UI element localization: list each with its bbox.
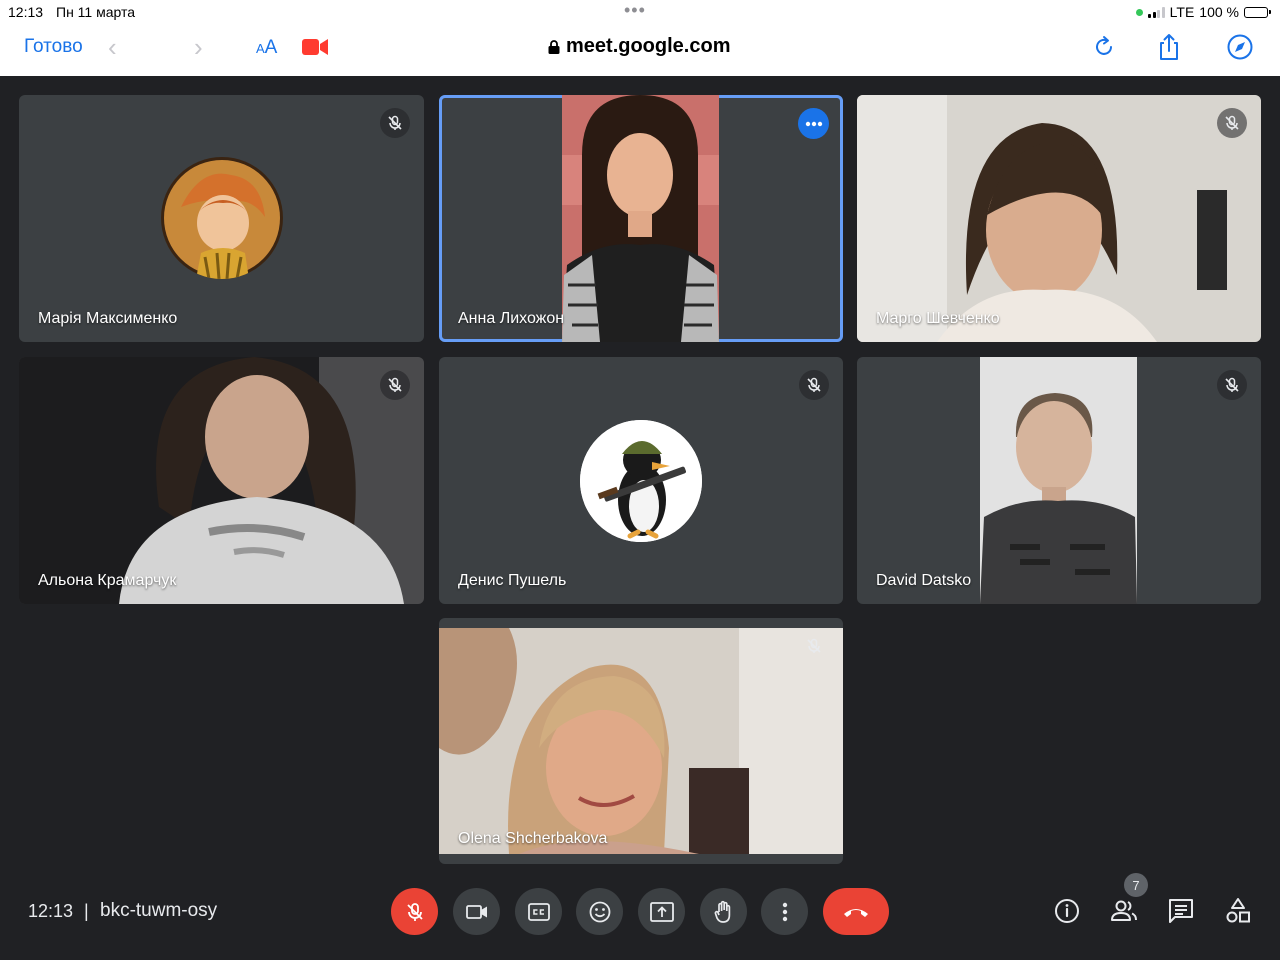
browser-topbar: 12:13 Пн 11 марта ••• LTE 100 % Готово ‹…: [0, 0, 1280, 76]
text-size-small: A: [256, 41, 265, 56]
participant-tile[interactable]: Марія Максименко: [19, 95, 424, 342]
participant-name: David Datsko: [876, 572, 972, 589]
mic-off-icon: [799, 631, 829, 661]
participant-name: Денис Пушель: [458, 572, 567, 589]
activities-icon[interactable]: [1224, 897, 1252, 925]
url-text: meet.google.com: [566, 35, 731, 57]
mic-off-icon: [1217, 370, 1247, 400]
forward-chevron-icon[interactable]: ›: [194, 32, 203, 63]
videocam-icon: [465, 904, 487, 919]
participant-video: [439, 628, 843, 854]
text-size-button[interactable]: AA: [256, 37, 277, 59]
closed-captions-icon: [527, 902, 550, 921]
network-label: LTE: [1169, 4, 1195, 20]
text-size-large: A: [264, 37, 278, 58]
more-options-icon[interactable]: [798, 108, 829, 139]
battery-icon: [1244, 6, 1271, 18]
camera-toggle-button[interactable]: [453, 888, 500, 935]
meeting-code: bkc-tuwm-osy: [100, 900, 218, 921]
avatar: [580, 420, 702, 542]
address-bar[interactable]: meet.google.com: [548, 35, 730, 58]
mic-off-icon: [380, 108, 410, 138]
status-time: 12:13: [8, 4, 44, 20]
back-chevron-icon[interactable]: ‹: [108, 32, 117, 63]
mic-toggle-button[interactable]: [391, 888, 438, 935]
lock-icon: [548, 39, 560, 54]
status-date: Пн 11 марта: [56, 4, 136, 20]
leave-call-button[interactable]: [823, 888, 889, 935]
call-end-icon: [844, 908, 868, 917]
participant-name: Марія Максименко: [38, 310, 178, 327]
raise-hand-button[interactable]: [700, 888, 747, 935]
mic-off-icon: [799, 370, 829, 400]
participant-video: [562, 95, 719, 342]
people-count-badge: 7: [1124, 873, 1148, 897]
camera-in-use-icon: [1136, 8, 1144, 16]
participant-video: [19, 357, 424, 604]
battery-label: 100 %: [1199, 4, 1239, 20]
participant-tile[interactable]: Olena Shcherbakova: [439, 618, 843, 864]
participant-video: [980, 357, 1137, 604]
present-screen-button[interactable]: [638, 888, 685, 935]
participant-tile[interactable]: Альона Крамарчук: [19, 357, 424, 604]
compass-icon[interactable]: [1226, 33, 1254, 61]
participant-tile[interactable]: Марго Шевченко: [857, 95, 1261, 342]
mic-off-icon: [1217, 108, 1247, 138]
participant-name: Альона Крамарчук: [38, 572, 177, 589]
share-icon[interactable]: [1155, 33, 1183, 61]
multitasking-dots-icon[interactable]: •••: [624, 0, 646, 21]
separator: |: [84, 901, 89, 921]
done-button[interactable]: Готово: [24, 36, 83, 58]
more-vert-icon: [782, 902, 787, 921]
participant-tile-active[interactable]: Анна Лихожон: [439, 95, 843, 342]
reload-icon[interactable]: [1090, 33, 1118, 61]
meeting-info-icon[interactable]: [1053, 897, 1081, 925]
emoji-icon: [589, 901, 610, 922]
hand-icon: [714, 900, 730, 923]
participant-name: Olena Shcherbakova: [458, 830, 608, 847]
mic-off-icon: [406, 902, 423, 921]
avatar: [161, 157, 283, 279]
chat-icon[interactable]: [1167, 897, 1195, 925]
participant-tile[interactable]: David Datsko: [857, 357, 1261, 604]
signal-icon: [1148, 6, 1165, 18]
reactions-button[interactable]: [576, 888, 623, 935]
participant-video: [857, 95, 1261, 342]
mic-off-icon: [380, 370, 410, 400]
camera-recording-icon[interactable]: [302, 38, 328, 56]
participant-name: Марго Шевченко: [876, 310, 1000, 327]
status-indicators: LTE 100 %: [1136, 3, 1271, 21]
present-to-all-icon: [649, 901, 674, 922]
people-icon[interactable]: [1110, 897, 1138, 925]
more-options-button[interactable]: [761, 888, 808, 935]
captions-button[interactable]: [515, 888, 562, 935]
participant-tile[interactable]: Денис Пушель: [439, 357, 843, 604]
meeting-time: 12:13: [28, 901, 74, 921]
participant-name: Анна Лихожон: [458, 310, 565, 327]
